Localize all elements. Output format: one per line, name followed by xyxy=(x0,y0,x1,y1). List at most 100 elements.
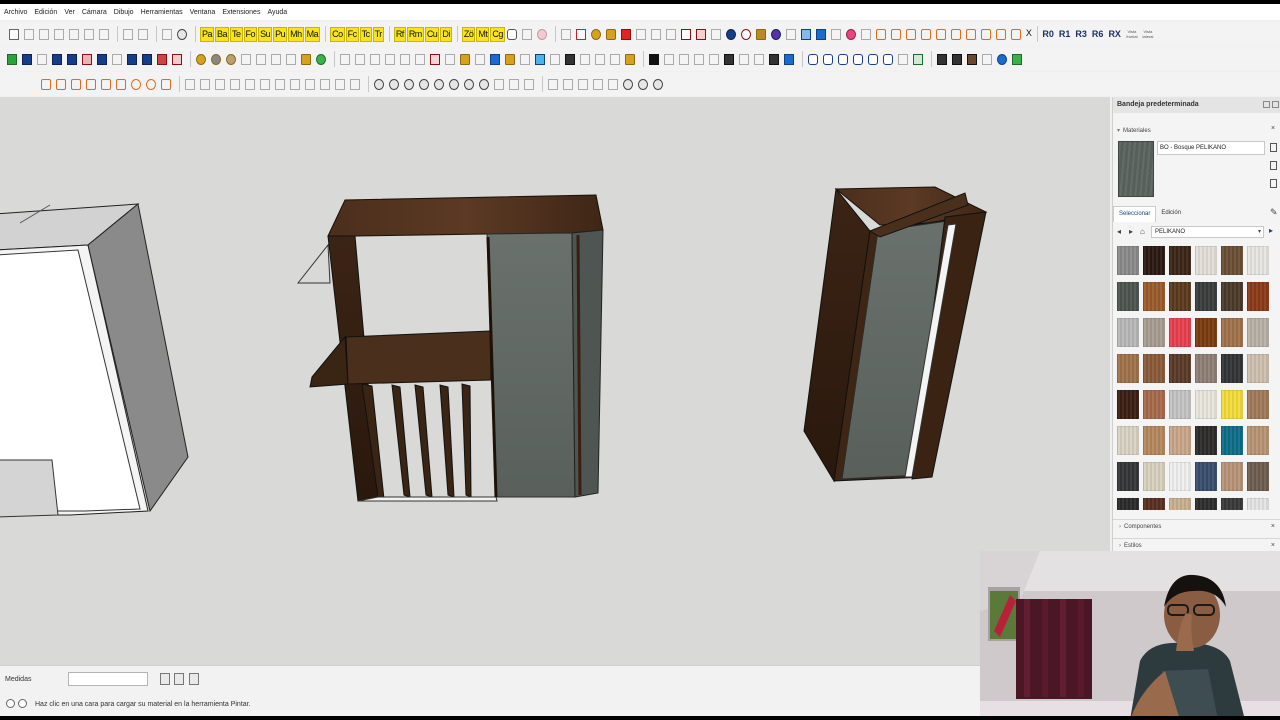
tool-3-7-icon[interactable] xyxy=(130,77,142,91)
material-swatch[interactable] xyxy=(1169,246,1191,275)
close-plugin-button[interactable]: X xyxy=(1025,27,1033,42)
tool-2-48-icon[interactable] xyxy=(738,52,750,66)
create-material-icon[interactable] xyxy=(1270,143,1277,152)
tool-3-17-icon[interactable] xyxy=(289,77,301,91)
cabinet-tool-2-icon[interactable] xyxy=(890,27,902,41)
tool-2-45-icon[interactable] xyxy=(693,52,705,66)
wardrobe-model[interactable] xyxy=(803,186,988,483)
material-swatch[interactable] xyxy=(1221,498,1243,510)
tool-2-11-icon[interactable] xyxy=(156,52,168,66)
move-tool-icon[interactable] xyxy=(648,52,660,66)
tool-3-14-icon[interactable] xyxy=(244,77,256,91)
tool-3-10-icon[interactable] xyxy=(184,77,196,91)
paint-bucket-icon[interactable] xyxy=(1270,161,1277,170)
menu-edicion[interactable]: Edición xyxy=(34,9,57,16)
material-swatch[interactable] xyxy=(1117,246,1139,275)
material-swatch[interactable] xyxy=(1117,282,1139,311)
tool-2-65-icon[interactable] xyxy=(1011,52,1023,66)
sample-paint-icon[interactable] xyxy=(1270,179,1277,188)
tool-3-23-icon[interactable] xyxy=(388,77,400,91)
grid-tool-icon[interactable] xyxy=(830,27,842,41)
tool-2-38-icon[interactable] xyxy=(579,52,591,66)
toggle-icon[interactable] xyxy=(160,673,170,685)
menu-ayuda[interactable]: Ayuda xyxy=(267,9,287,16)
material-swatch[interactable] xyxy=(1143,462,1165,491)
material-swatch[interactable] xyxy=(1117,390,1139,419)
rotate-r0-button[interactable]: R0 xyxy=(1042,27,1054,42)
material-swatch[interactable] xyxy=(1195,282,1217,311)
material-swatch[interactable] xyxy=(1195,318,1217,347)
tool-2-56-icon[interactable] xyxy=(867,52,879,66)
svg-tool-icon[interactable] xyxy=(650,27,662,41)
tool-3-28-icon[interactable] xyxy=(463,77,475,91)
material-swatch[interactable] xyxy=(1143,282,1165,311)
tool-2-22-icon[interactable] xyxy=(339,52,351,66)
material-swatch[interactable] xyxy=(1195,462,1217,491)
sphere-1-icon[interactable] xyxy=(195,52,207,66)
cabinet-tool-1-icon[interactable] xyxy=(875,27,887,41)
tool-3-37-icon[interactable] xyxy=(607,77,619,91)
styles-close-button[interactable]: × xyxy=(1271,542,1275,549)
tool-3-26-icon[interactable] xyxy=(433,77,445,91)
tab-seleccionar[interactable]: Seleccionar xyxy=(1113,206,1157,222)
tool-2-60-icon[interactable] xyxy=(936,52,948,66)
material-swatch[interactable] xyxy=(1221,426,1243,455)
red-square-icon[interactable] xyxy=(620,27,632,41)
cabinet-tool-4-icon[interactable] xyxy=(920,27,932,41)
cabinet-tool-6-icon[interactable] xyxy=(950,27,962,41)
components-close-button[interactable]: × xyxy=(1271,523,1275,530)
undo-icon[interactable] xyxy=(122,27,134,41)
tool-2-26-icon[interactable] xyxy=(399,52,411,66)
tool-3-15-icon[interactable] xyxy=(259,77,271,91)
tool-2-23-icon[interactable] xyxy=(354,52,366,66)
cabinet-tool-9-icon[interactable] xyxy=(995,27,1007,41)
cabinet-tool-8-icon[interactable] xyxy=(980,27,992,41)
tool-3-4-icon[interactable] xyxy=(85,77,97,91)
settings-icon[interactable] xyxy=(860,27,872,41)
tool-2-36-icon[interactable] xyxy=(549,52,561,66)
material-swatch[interactable] xyxy=(1221,318,1243,347)
arrow-up-icon[interactable] xyxy=(51,52,63,66)
menu-ver[interactable]: Ver xyxy=(64,9,75,16)
material-swatch[interactable] xyxy=(1169,462,1191,491)
material-swatch[interactable] xyxy=(1169,426,1191,455)
material-swatch[interactable] xyxy=(1195,390,1217,419)
material-swatch[interactable] xyxy=(1247,498,1269,510)
tool-3-13-icon[interactable] xyxy=(229,77,241,91)
plugin-tool-pu[interactable]: Pu xyxy=(273,26,288,42)
orbit-icon[interactable] xyxy=(560,27,572,41)
tool-2-40-icon[interactable] xyxy=(609,52,621,66)
material-swatch[interactable] xyxy=(1143,318,1165,347)
white-cabinet-model[interactable] xyxy=(0,203,189,518)
material-swatch[interactable] xyxy=(1195,498,1217,510)
text-cursor-icon[interactable] xyxy=(680,27,692,41)
pen-tool-icon[interactable] xyxy=(785,27,797,41)
material-swatch[interactable] xyxy=(1247,282,1269,311)
tool-3-21-icon[interactable] xyxy=(349,77,361,91)
tool-3-30-icon[interactable] xyxy=(493,77,505,91)
tool-2-9-icon[interactable] xyxy=(126,52,138,66)
tool-2-58-icon[interactable] xyxy=(897,52,909,66)
edit-tool-icon[interactable] xyxy=(635,27,647,41)
material-swatch[interactable] xyxy=(1117,498,1139,510)
material-swatch[interactable] xyxy=(1169,318,1191,347)
tool-3-32-icon[interactable] xyxy=(523,77,535,91)
tool-2-18-icon[interactable] xyxy=(270,52,282,66)
measure-icon[interactable] xyxy=(81,52,93,66)
tab-edicion[interactable]: Edición xyxy=(1156,206,1186,222)
sample-tool-icon[interactable] xyxy=(605,27,617,41)
tray-pin-icon[interactable] xyxy=(1263,101,1270,108)
move-arrows-icon[interactable] xyxy=(695,27,707,41)
tool-2-19-icon[interactable] xyxy=(285,52,297,66)
tool-3-34-icon[interactable] xyxy=(562,77,574,91)
material-swatch[interactable] xyxy=(1221,354,1243,383)
modeling-viewport[interactable] xyxy=(0,97,1110,665)
front-view-button[interactable]: Vista frontal xyxy=(1126,29,1138,39)
plugin-tool-su[interactable]: Su xyxy=(258,26,273,42)
tool-2-12-icon[interactable] xyxy=(171,52,183,66)
material-swatch[interactable] xyxy=(1195,246,1217,275)
tool-2-34-icon[interactable] xyxy=(519,52,531,66)
geolocation-icon[interactable] xyxy=(6,699,15,708)
arrow-down-icon[interactable] xyxy=(66,52,78,66)
tool-3-38-icon[interactable] xyxy=(622,77,634,91)
